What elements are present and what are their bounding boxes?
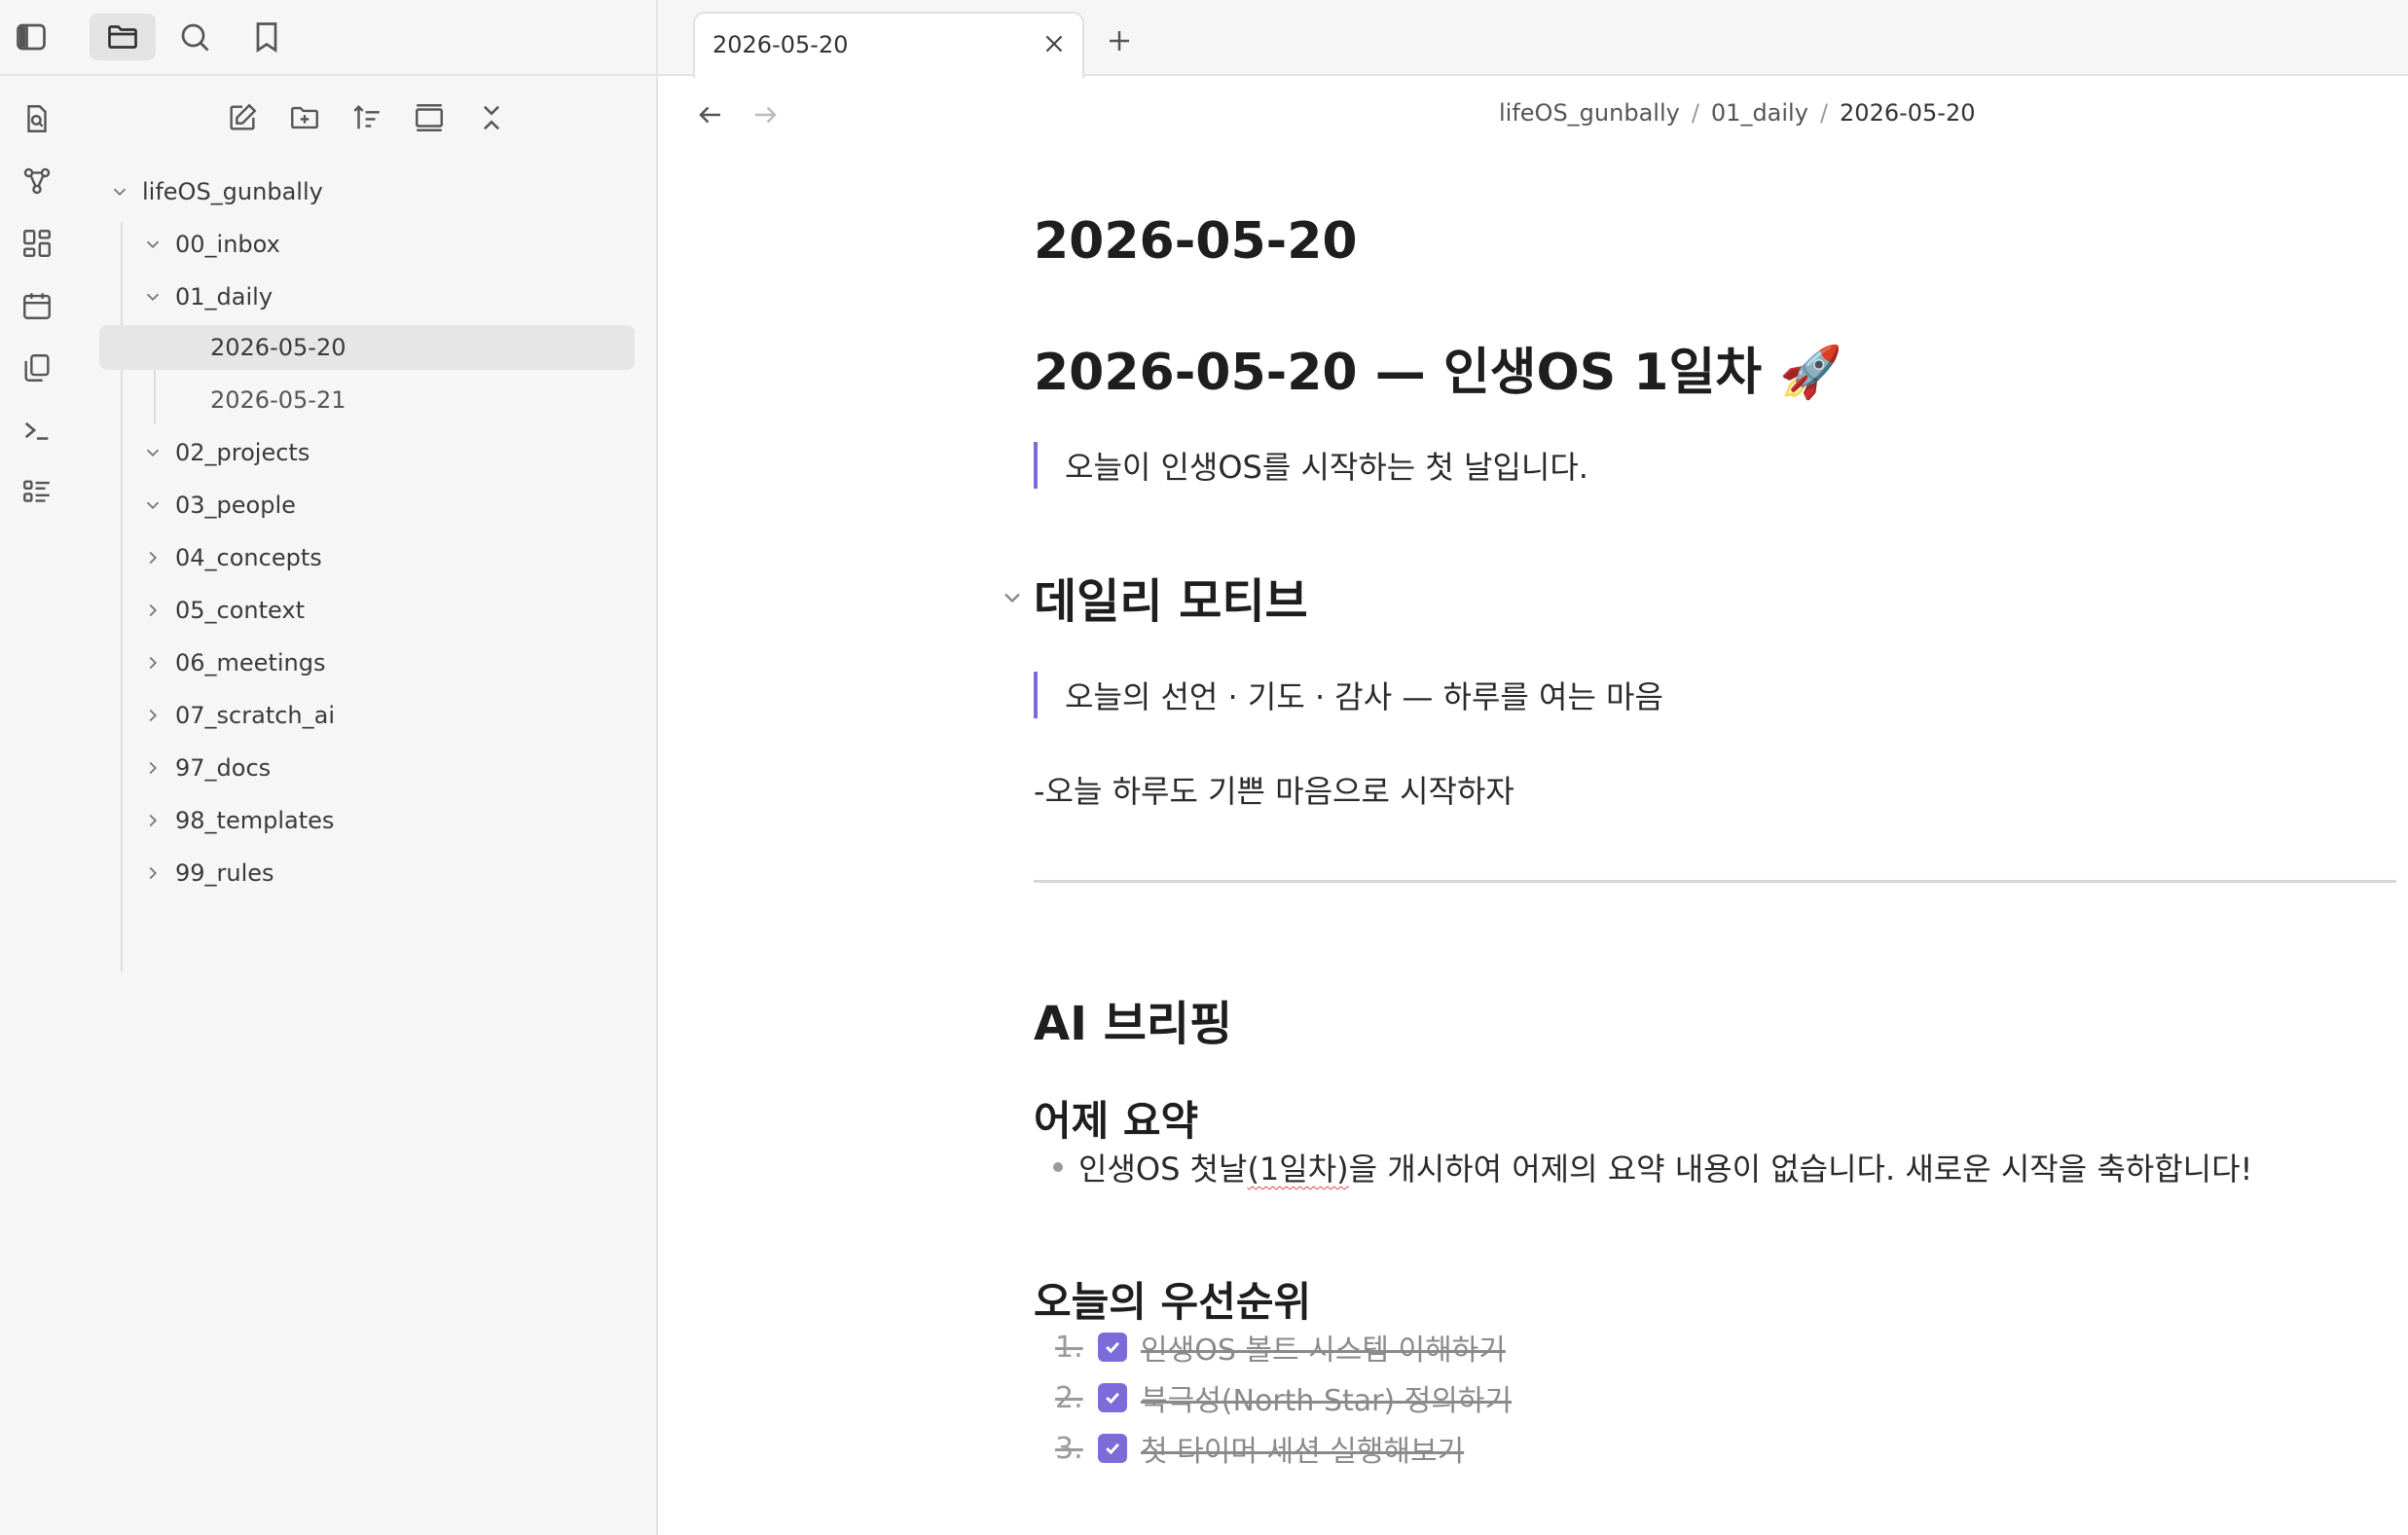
subheading-yesterday: 어제 요약 [1034, 1097, 1199, 1145]
tree-item-folder[interactable]: 04_concepts [142, 535, 322, 580]
arrow-left-icon [699, 106, 720, 124]
breadcrumb-item[interactable]: 01_daily [1711, 99, 1808, 127]
chevron-right-icon [149, 551, 158, 565]
list-item: 인생OS 첫날 (1일차) 을 개시하여 어제의 요약 내용이 없습니다. 새로… [1053, 1145, 2252, 1189]
close-icon[interactable] [1040, 29, 1069, 58]
command-palette-icon[interactable] [14, 407, 60, 454]
bookmark-icon[interactable] [243, 14, 290, 60]
chevron-right-icon [149, 866, 158, 880]
tree-item-folder[interactable]: 99_rules [142, 851, 274, 895]
chevron-right-icon [149, 814, 158, 827]
breadcrumb-item[interactable]: 2026-05-20 [1840, 99, 1975, 127]
ribbon [0, 76, 76, 1535]
graph-view-icon[interactable] [14, 158, 60, 204]
search-icon[interactable] [171, 14, 218, 60]
motive-quote: 오늘의 선언 · 기도 · 감사 — 하루를 여는 마음 [1034, 672, 1663, 718]
chevron-down-icon [146, 501, 160, 510]
templates-icon[interactable] [14, 345, 60, 391]
outline-icon[interactable] [14, 469, 60, 516]
tree-file[interactable]: 2026-05-21 [210, 378, 346, 422]
section-heading-motive: 데일리 모티브 [1034, 574, 1308, 629]
chevron-right-icon [149, 709, 158, 722]
canvas-icon[interactable] [14, 220, 60, 267]
tree-item-folder[interactable]: 97_docs [142, 746, 271, 790]
chevron-right-icon [149, 603, 158, 617]
chevron-right-icon [149, 761, 158, 775]
task-item: 1. 인생OS 볼트 시스템 이해하기 [1055, 1330, 1506, 1369]
checkbox-checked-icon[interactable] [1098, 1333, 1127, 1362]
close-icon[interactable] [469, 95, 514, 140]
checkbox-checked-icon[interactable] [1098, 1434, 1127, 1463]
tree-item-folder[interactable]: 05_context [142, 588, 305, 633]
tree-item-vault[interactable]: lifeOS_gunbally [109, 169, 323, 214]
chevron-right-icon [149, 656, 158, 670]
checkbox-checked-icon[interactable] [1098, 1383, 1127, 1412]
calendar-icon[interactable] [14, 282, 60, 329]
chevron-down-icon [146, 449, 160, 457]
chevron-down-icon [146, 293, 160, 302]
task-item: 2. 북극성(North Star) 정의하기 [1055, 1380, 1513, 1419]
tree-item-folder[interactable]: 01_daily [142, 274, 273, 319]
arrow-right-icon [755, 106, 777, 124]
horizontal-rule [1034, 880, 2396, 883]
breadcrumb-item[interactable]: lifeOS_gunbally [1499, 99, 1680, 127]
bullet-icon [1053, 1162, 1063, 1172]
sort-icon[interactable] [345, 95, 389, 140]
note-heading: 2026-05-20 — 인생OS 1일차 🚀 [1034, 344, 1842, 402]
motive-line: -오늘 하루도 기쁜 마음으로 시작하자 [1034, 773, 1514, 810]
file-explorer: lifeOS_gunbally 00_inbox 01_daily 2026-0… [74, 76, 658, 1535]
breadcrumb-separator: / [1691, 99, 1699, 127]
open-quick-switcher-icon[interactable] [14, 95, 60, 142]
breadcrumb-separator: / [1819, 99, 1829, 127]
forward-button[interactable] [746, 95, 784, 134]
chevron-down-icon [146, 240, 160, 249]
tree-item-folder[interactable]: 03_people [142, 483, 296, 528]
task-item: 3. 첫 타이머 세션 실행해보기 [1055, 1431, 1465, 1470]
tree-item-folder[interactable]: 00_inbox [142, 222, 280, 267]
tree-item-folder[interactable]: 02_projects [142, 430, 310, 475]
back-button[interactable] [691, 95, 730, 134]
tab-active[interactable]: 2026-05-20 [693, 12, 1084, 78]
fold-chevron-icon[interactable] [999, 584, 1026, 611]
folder-icon[interactable] [90, 14, 156, 60]
new-note-icon[interactable] [220, 95, 265, 140]
intro-quote: 오늘이 인생OS를 시작하는 첫 날입니다. [1034, 442, 1588, 489]
section-heading-ai: AI 브리핑 [1034, 997, 1233, 1051]
tree-item-folder[interactable]: 98_templates [142, 798, 334, 843]
note-title[interactable]: 2026-05-20 [1034, 212, 1358, 271]
plus-icon [1110, 31, 1129, 51]
new-tab-button[interactable] [1100, 21, 1139, 60]
collapse-icon[interactable] [407, 95, 452, 140]
breadcrumb: lifeOS_gunbally / 01_daily / 2026-05-20 [1499, 99, 1976, 127]
sidebar-header [0, 0, 658, 76]
new-folder-icon[interactable] [282, 95, 327, 140]
subheading-priorities: 오늘의 우선순위 [1034, 1278, 1312, 1326]
sidebar-toggle-icon[interactable] [8, 14, 55, 60]
tree-item-folder[interactable]: 07_scratch_ai [142, 693, 335, 738]
tree-file-active[interactable]: 2026-05-20 [99, 325, 635, 370]
spellcheck-word: (1일차) [1247, 1151, 1349, 1188]
chevron-down-icon [113, 188, 127, 197]
tree-item-folder[interactable]: 06_meetings [142, 640, 325, 685]
